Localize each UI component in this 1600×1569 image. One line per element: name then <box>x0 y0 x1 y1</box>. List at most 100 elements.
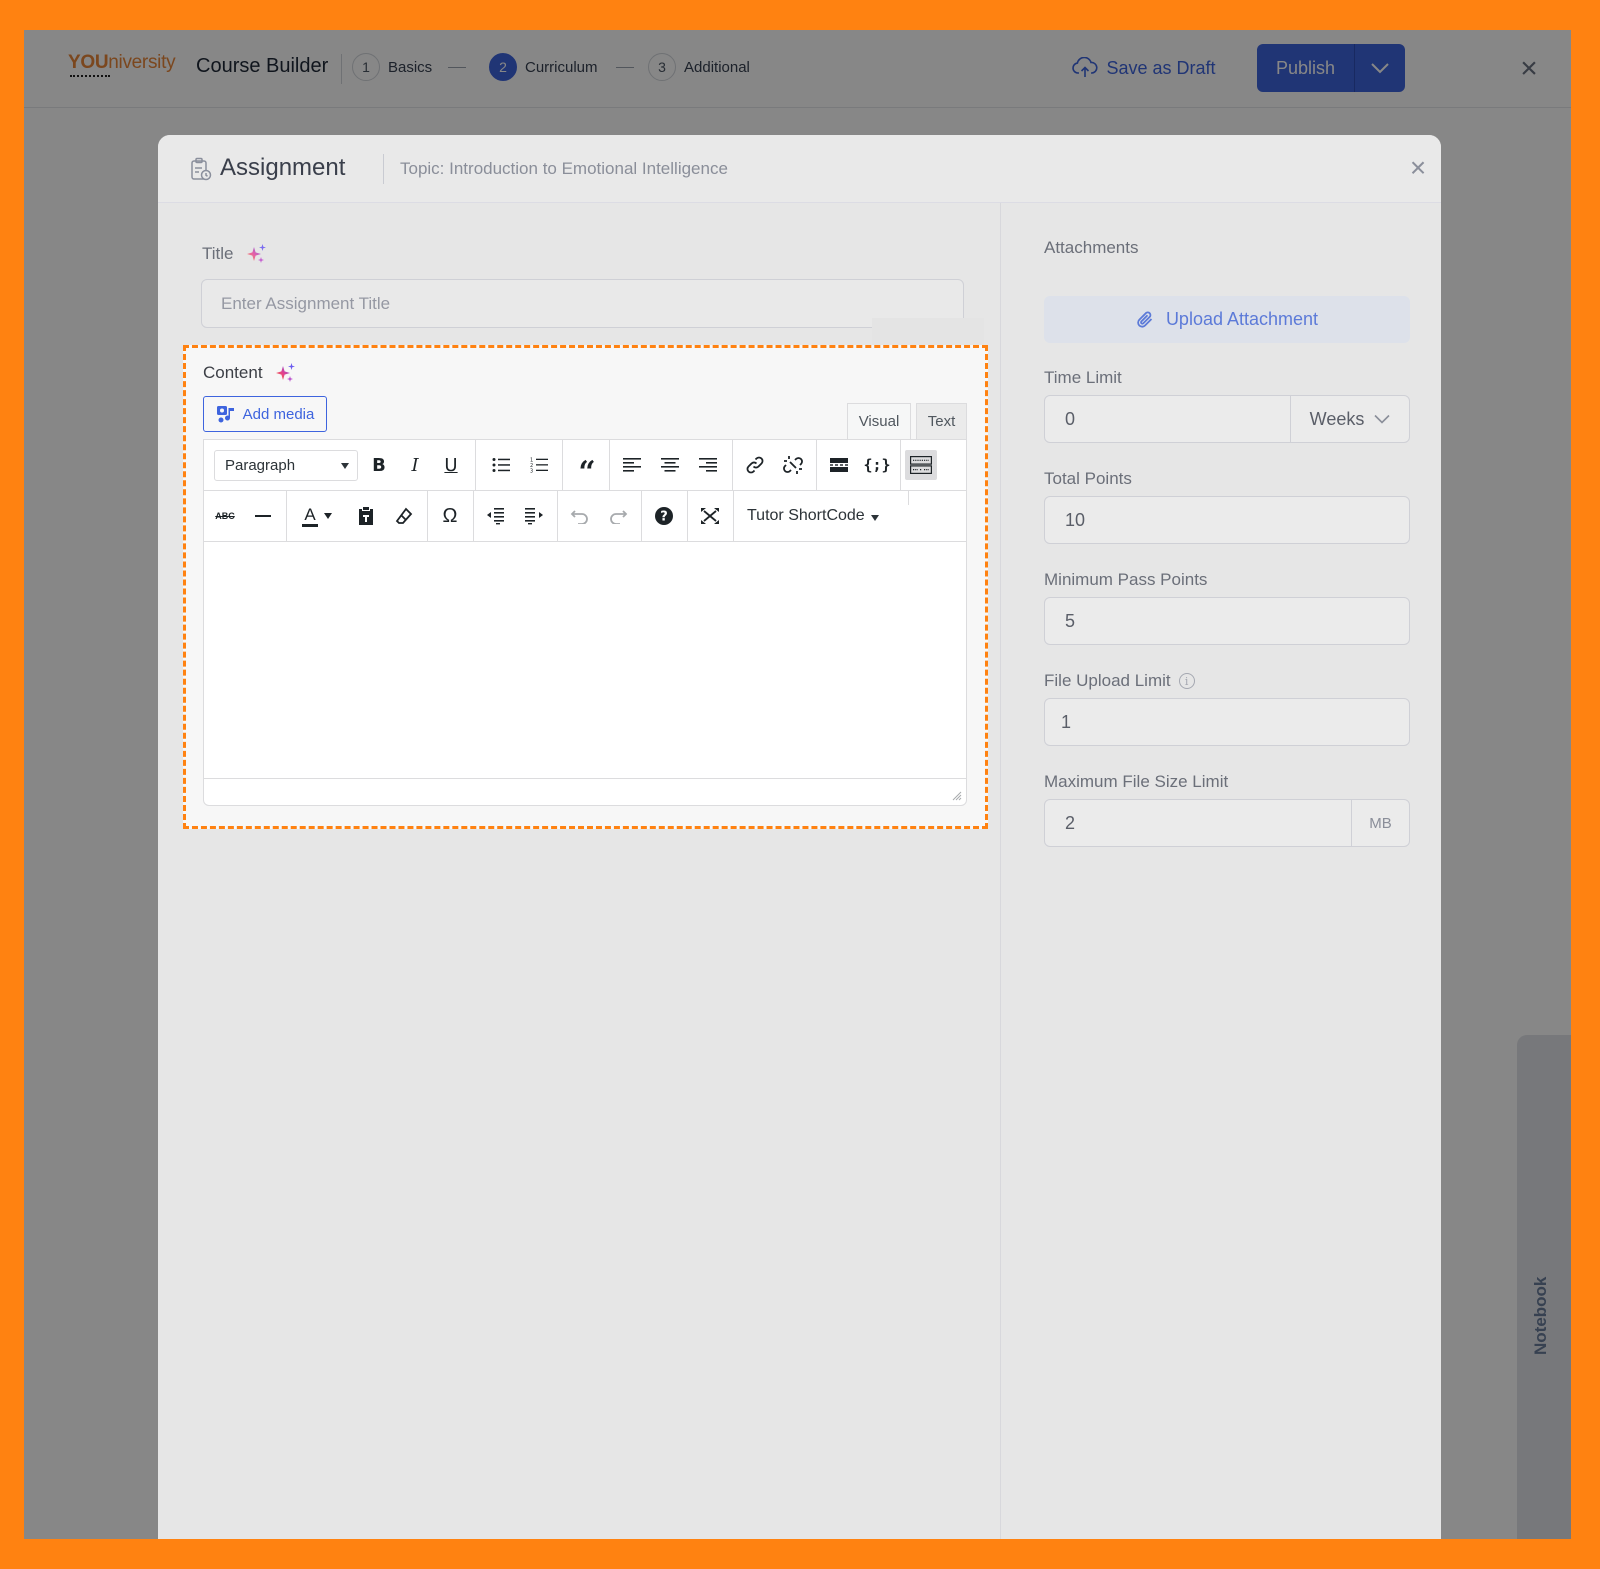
editor-status-bar <box>204 780 966 805</box>
redo-button[interactable] <box>601 491 635 541</box>
toolbar-separator <box>641 491 642 541</box>
caret-down-icon <box>870 514 879 521</box>
text-color-icon: A <box>302 505 318 527</box>
toolbar-separator <box>473 491 474 541</box>
total-points-input[interactable]: 10 <box>1044 496 1410 544</box>
read-more-icon <box>830 458 848 472</box>
svg-text:?: ? <box>660 510 668 525</box>
horizontal-line-icon <box>255 515 271 517</box>
column-divider <box>1000 203 1001 1539</box>
time-unit-select[interactable]: Weeks <box>1290 396 1409 442</box>
assignment-clipboard-icon <box>191 157 212 181</box>
toolbar-toggle-button[interactable] <box>904 440 938 490</box>
min-pass-points-label: Minimum Pass Points <box>1044 570 1208 589</box>
clear-formatting-button[interactable] <box>387 491 421 541</box>
numbered-list-button[interactable]: 123 <box>522 440 556 490</box>
time-limit-field: 0 Weeks <box>1044 395 1410 443</box>
add-media-button[interactable]: Add media <box>203 396 327 432</box>
upload-attachment-button[interactable]: Upload Attachment <box>1044 296 1410 343</box>
max-file-size-field: 2 MB <box>1044 799 1410 847</box>
file-upload-limit-label-row: File Upload Limit i <box>1044 671 1195 691</box>
editor-toolbar-row-1: Paragraph B I U 123 “ {;} <box>204 440 966 491</box>
paperclip-icon <box>1137 311 1153 328</box>
toolbar-separator <box>908 491 909 505</box>
align-left-button[interactable] <box>615 440 649 490</box>
align-right-icon <box>699 458 717 472</box>
tab-visual[interactable]: Visual <box>847 403 911 439</box>
outdent-button[interactable] <box>479 491 513 541</box>
min-pass-points-input[interactable]: 5 <box>1044 597 1410 645</box>
toolbar-separator <box>557 491 558 541</box>
modal-topic: Topic: Introduction to Emotional Intelli… <box>400 159 728 178</box>
redo-icon <box>610 510 628 524</box>
rich-text-editor: Paragraph B I U 123 “ {;} ABC A Ω ? Tuto… <box>203 439 967 806</box>
help-icon: ? <box>655 507 673 525</box>
link-icon <box>746 456 764 474</box>
align-center-icon <box>661 458 679 472</box>
indent-button[interactable] <box>517 491 551 541</box>
notebook-tab-label[interactable]: Notebook <box>1531 1277 1551 1455</box>
info-icon[interactable]: i <box>1178 673 1195 689</box>
editor-content-area[interactable] <box>204 543 966 779</box>
toolbar-separator <box>609 440 610 490</box>
time-limit-label: Time Limit <box>1044 368 1122 387</box>
assignment-modal: Assignment Topic: Introduction to Emotio… <box>158 135 1441 1539</box>
assignment-title-input[interactable] <box>201 279 964 328</box>
keyboard-icon <box>910 456 932 474</box>
tab-text[interactable]: Text <box>916 403 967 439</box>
modal-title: Assignment <box>220 154 346 181</box>
divider <box>383 154 384 184</box>
undo-icon <box>570 510 588 524</box>
align-center-button[interactable] <box>653 440 687 490</box>
toolbar-separator <box>732 440 733 490</box>
time-limit-input[interactable]: 0 <box>1065 409 1075 430</box>
tutor-shortcode-dropdown[interactable]: Tutor ShortCode <box>747 491 879 541</box>
horizontal-line-button[interactable] <box>246 491 280 541</box>
add-media-label: Add media <box>242 405 315 423</box>
toolbar-separator <box>286 491 287 541</box>
blockquote-button[interactable]: “ <box>568 440 606 490</box>
toolbar-separator <box>687 491 688 541</box>
remove-link-button[interactable] <box>776 440 810 490</box>
unlink-icon <box>783 456 803 474</box>
toolbar-separator <box>562 440 563 490</box>
max-file-size-label: Maximum File Size Limit <box>1044 772 1229 791</box>
special-character-button[interactable]: Ω <box>433 491 467 541</box>
align-right-button[interactable] <box>691 440 725 490</box>
attachments-label: Attachments <box>1044 238 1139 257</box>
code-snippet-button[interactable]: {;} <box>860 440 894 490</box>
content-field-label: Content <box>203 362 297 384</box>
toolbar-separator <box>816 440 817 490</box>
read-more-button[interactable] <box>822 440 856 490</box>
format-select[interactable]: Paragraph <box>214 450 358 481</box>
strikethrough-button[interactable]: ABC <box>208 491 242 541</box>
keyboard-shortcuts-button[interactable]: ? <box>647 491 681 541</box>
file-upload-limit-input[interactable]: 1 <box>1044 698 1410 746</box>
title-field-label: Title <box>202 243 268 265</box>
resize-handle-icon[interactable] <box>952 791 962 801</box>
media-icon <box>216 406 234 423</box>
bullet-list-icon <box>492 458 510 472</box>
bold-button[interactable]: B <box>364 440 394 490</box>
italic-button[interactable]: I <box>400 440 430 490</box>
close-modal-button[interactable]: × <box>1405 154 1431 182</box>
max-file-size-input[interactable]: 2 <box>1065 813 1075 834</box>
ai-sparkle-icon[interactable] <box>246 243 268 265</box>
modal-header: Assignment Topic: Introduction to Emotio… <box>158 135 1441 203</box>
insert-link-button[interactable] <box>738 440 772 490</box>
undo-button[interactable] <box>563 491 597 541</box>
total-points-label: Total Points <box>1044 469 1132 488</box>
underline-button[interactable]: U <box>436 440 466 490</box>
bullet-list-button[interactable] <box>484 440 518 490</box>
ai-sparkle-icon[interactable] <box>275 362 297 384</box>
paste-as-text-button[interactable] <box>349 491 383 541</box>
outdent-icon <box>487 508 504 525</box>
fullscreen-button[interactable] <box>693 491 727 541</box>
text-color-button[interactable]: A <box>292 491 342 541</box>
screen: YOUniversity Course Builder 1 Basics 2 C… <box>24 30 1571 1539</box>
eraser-icon <box>395 507 413 524</box>
fullscreen-icon <box>701 508 719 524</box>
toolbar-separator <box>427 491 428 541</box>
toolbar-separator <box>475 440 476 490</box>
toolbar-separator <box>900 440 901 490</box>
